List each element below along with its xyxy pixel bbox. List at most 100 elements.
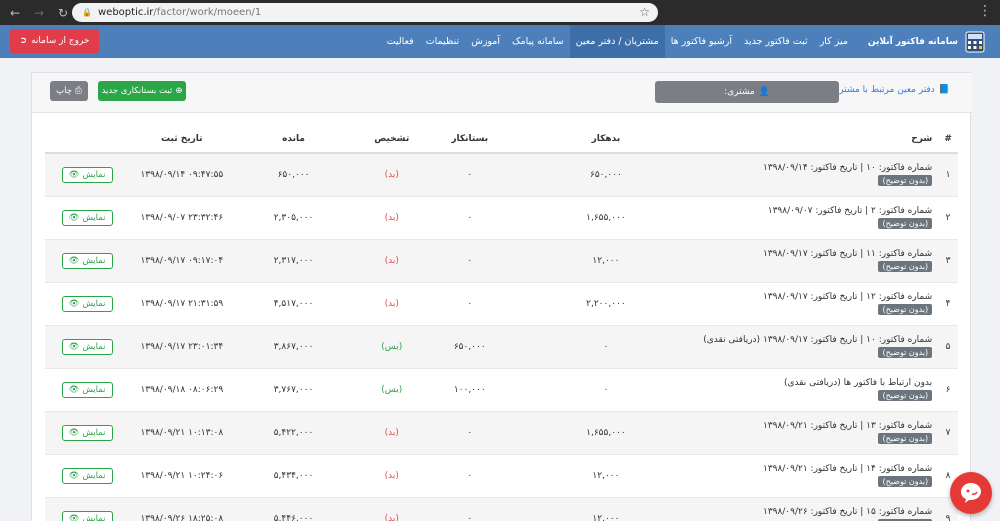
row-balance: ۴,۵۱۷,۰۰۰ — [234, 282, 353, 326]
browser-menu-icon[interactable]: ⋮ — [978, 4, 992, 18]
table-row: ۹ شماره فاکتور: ۱۵ | تاریخ فاکتور: ۱۳۹۸/۰… — [45, 497, 958, 521]
back-icon[interactable]: ← — [6, 4, 24, 22]
nav-dashboard[interactable]: میز کار — [814, 25, 854, 58]
row-detection: (بد) — [352, 196, 431, 240]
row-date: ۱۸:۲۵:۰۸ ۱۳۹۸/۰۹/۲۶ — [129, 497, 235, 521]
eye-icon: 👁 — [68, 427, 80, 438]
row-description: شماره فاکتور: ۱۰ | تاریخ فاکتور: ۱۳۹۸/۰۹… — [703, 153, 939, 197]
show-label: نمایش — [82, 341, 106, 352]
row-credit: ۱۰۰,۰۰۰ — [430, 368, 509, 412]
row-credit: ۰ — [430, 239, 509, 283]
show-button[interactable]: نمایش 👁 — [61, 295, 113, 312]
row-date: ۰۹:۴۷:۵۵ ۱۳۹۸/۰۹/۱۴ — [129, 153, 235, 197]
table-row: ۳ شماره فاکتور: ۱۱ | تاریخ فاکتور: ۱۳۹۸/۰… — [45, 239, 958, 283]
row-index: ۲ — [938, 196, 958, 240]
col-actions — [45, 125, 130, 154]
no-comment-badge: (بدون توضیح) — [878, 390, 933, 401]
row-actions: نمایش 👁 — [45, 454, 130, 498]
row-debit: ۱,۶۵۵,۰۰۰ — [508, 411, 704, 455]
lock-icon: 🔒 — [82, 8, 92, 17]
col-index: # — [938, 125, 958, 154]
nav-sms-system[interactable]: سامانه پیامک — [506, 25, 570, 58]
table-row: ۲ شماره فاکتور: ۲ | تاریخ فاکتور: ۱۳۹۸/۰۹… — [45, 196, 958, 240]
row-index: ۶ — [938, 368, 958, 412]
row-actions: نمایش 👁 — [45, 282, 130, 326]
customer-ledger-link[interactable]: 📘 دفتر معین مرتبط با مشتری — [832, 85, 950, 95]
show-button[interactable]: نمایش 👁 — [61, 510, 113, 521]
row-debit: ۱۲,۰۰۰ — [508, 239, 704, 283]
row-actions: نمایش 👁 — [45, 153, 130, 197]
show-button[interactable]: نمایش 👁 — [61, 338, 113, 355]
description-text: بدون ارتباط با فاکتور ها (دریافتی نقدی) — [783, 378, 933, 388]
show-label: نمایش — [82, 470, 106, 481]
show-label: نمایش — [82, 384, 106, 395]
row-date: ۲۳:۰۱:۳۴ ۱۳۹۸/۰۹/۱۷ — [129, 325, 235, 369]
show-button[interactable]: نمایش 👁 — [61, 424, 113, 441]
row-description: شماره فاکتور: ۱۴ | تاریخ فاکتور: ۱۳۹۸/۰۹… — [703, 454, 939, 498]
row-description: شماره فاکتور: ۲ | تاریخ فاکتور: ۱۳۹۸/۰۹/… — [703, 196, 939, 240]
new-credit-button[interactable]: ⊕ ثبت بستانکاری جدید — [98, 81, 186, 101]
table-row: ۶ بدون ارتباط با فاکتور ها (دریافتی نقدی)… — [45, 368, 958, 412]
row-index: ۷ — [938, 411, 958, 455]
nav-activity[interactable]: فعالیت — [381, 25, 420, 58]
row-date: ۰۹:۱۷:۰۴ ۱۳۹۸/۰۹/۱۷ — [129, 239, 235, 283]
row-actions: نمایش 👁 — [45, 239, 130, 283]
nav-invoice-archive[interactable]: آرشیو فاکتور ها — [665, 25, 738, 58]
description-text: شماره فاکتور: ۱۵ | تاریخ فاکتور: ۱۳۹۸/۰۹… — [762, 507, 933, 517]
description-text: شماره فاکتور: ۲ | تاریخ فاکتور: ۱۳۹۸/۰۹/… — [767, 206, 933, 216]
table-row: ۱ شماره فاکتور: ۱۰ | تاریخ فاکتور: ۱۳۹۸/۰… — [45, 153, 958, 197]
ledger-rows: ۱ شماره فاکتور: ۱۰ | تاریخ فاکتور: ۱۳۹۸/۰… — [45, 153, 958, 521]
no-comment-badge: (بدون توضیح) — [878, 433, 933, 444]
row-credit: ۰ — [430, 411, 509, 455]
row-detection: (بد) — [352, 239, 431, 283]
show-label: نمایش — [82, 427, 106, 438]
show-button[interactable]: نمایش 👁 — [61, 166, 113, 183]
row-credit: ۰ — [430, 282, 509, 326]
row-detection: (بس) — [352, 325, 431, 369]
row-debit: ۲,۲۰۰,۰۰۰ — [508, 282, 704, 326]
row-balance: ۵,۴۳۴,۰۰۰ — [234, 454, 353, 498]
customer-selector[interactable]: 👤 مشتری: — [655, 81, 839, 103]
row-debit: ۰ — [508, 368, 704, 412]
print-button[interactable]: ⎙ چاپ — [50, 81, 88, 101]
chat-widget-button[interactable] — [950, 472, 992, 514]
row-index: ۳ — [938, 239, 958, 283]
nav-settings[interactable]: تنظیمات — [420, 25, 466, 58]
eye-icon: 👁 — [68, 513, 80, 521]
row-balance: ۶۵۰,۰۰۰ — [234, 153, 353, 197]
row-description: شماره فاکتور: ۱۰ | تاریخ فاکتور: ۱۳۹۸/۰۹… — [703, 325, 939, 369]
show-button[interactable]: نمایش 👁 — [61, 467, 113, 484]
col-description: شرح — [703, 125, 939, 154]
row-detection: (بد) — [352, 411, 431, 455]
eye-icon: 👁 — [68, 298, 80, 309]
logout-button[interactable]: خروج از سامانه ➲ — [10, 29, 99, 53]
address-bar[interactable]: 🔒 weboptic.ir/factor/work/moeen/1 ☆ — [72, 3, 658, 22]
row-credit: ۰ — [430, 153, 509, 197]
bookmark-star-icon[interactable]: ☆ — [639, 5, 650, 19]
plus-circle-icon: ⊕ — [175, 86, 183, 96]
forward-icon[interactable]: → — [30, 4, 48, 22]
col-credit: بستانکار — [430, 125, 509, 154]
table-row: ۸ شماره فاکتور: ۱۴ | تاریخ فاکتور: ۱۳۹۸/۰… — [45, 454, 958, 498]
reload-icon[interactable]: ↻ — [54, 4, 72, 22]
description-text: شماره فاکتور: ۱۲ | تاریخ فاکتور: ۱۳۹۸/۰۹… — [762, 292, 933, 302]
main-nav: میز کار ثبت فاکتور جدید آرشیو فاکتور ها … — [381, 25, 854, 58]
show-button[interactable]: نمایش 👁 — [61, 381, 113, 398]
show-button[interactable]: نمایش 👁 — [61, 209, 113, 226]
table-row: ۷ شماره فاکتور: ۱۳ | تاریخ فاکتور: ۱۳۹۸/۰… — [45, 411, 958, 455]
eye-icon: 👁 — [68, 255, 80, 266]
show-button[interactable]: نمایش 👁 — [61, 252, 113, 269]
row-description: شماره فاکتور: ۱۵ | تاریخ فاکتور: ۱۳۹۸/۰۹… — [703, 497, 939, 521]
nav-customers-ledger[interactable]: مشتریان / دفتر معین — [569, 25, 665, 58]
col-debit: بدهکار — [508, 125, 704, 154]
ledger-card: 📘 دفتر معین مرتبط با مشتری 👤 مشتری: ⊕ ثب… — [31, 72, 972, 521]
description-text: شماره فاکتور: ۱۰ | تاریخ فاکتور: ۱۳۹۸/۰۹… — [703, 335, 933, 345]
description-text: شماره فاکتور: ۱۳ | تاریخ فاکتور: ۱۳۹۸/۰۹… — [762, 421, 933, 431]
show-label: نمایش — [82, 513, 106, 521]
nav-tutorial[interactable]: آموزش — [465, 25, 506, 58]
nav-new-invoice[interactable]: ثبت فاکتور جدید — [738, 25, 814, 58]
ledger-toolbar: 📘 دفتر معین مرتبط با مشتری 👤 مشتری: ⊕ ثب… — [32, 73, 972, 113]
calculator-logo-icon — [965, 31, 985, 52]
ledger-table: # شرح بدهکار بستانکار تشخیص مانده تاریخ … — [45, 125, 958, 521]
brand[interactable]: سامانه فاکتور آنلاین — [868, 31, 986, 53]
